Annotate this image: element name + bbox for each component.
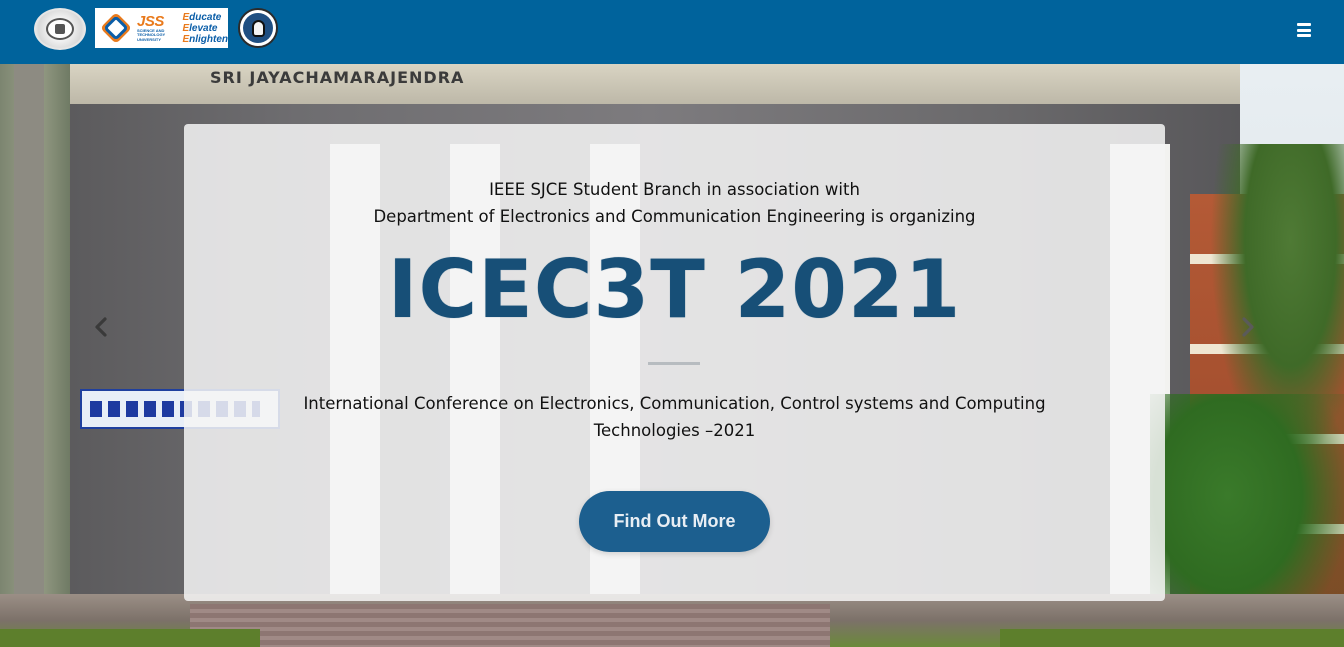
chevron-left-icon — [95, 317, 107, 337]
carousel-prev-button[interactable] — [90, 314, 112, 340]
conference-full-name: International Conference on Electronics,… — [303, 394, 1046, 440]
intro-line-2: Department of Electronics and Communicat… — [373, 207, 976, 226]
seal-emblem-icon — [46, 18, 74, 40]
jss-wordmark: JSS SCIENCE AND TECHNOLOGY UNIVERSITY — [137, 12, 166, 42]
bulb-icon — [243, 13, 273, 43]
ieee-bulb-logo[interactable] — [238, 8, 278, 48]
hero-overlay-card: IEEE SJCE Student Branch in association … — [184, 124, 1165, 601]
hero-carousel: SRI JAYACHAMARAJENDRA IEEE SJCE Student … — [0, 64, 1344, 647]
top-navbar: JSS SCIENCE AND TECHNOLOGY UNIVERSITY Ed… — [0, 0, 1344, 64]
university-seal-logo[interactable] — [34, 8, 86, 50]
carousel-next-button[interactable] — [1237, 314, 1259, 340]
hero-intro-text: IEEE SJCE Student Branch in association … — [184, 176, 1165, 230]
building-sign: SRI JAYACHAMARAJENDRA — [210, 68, 465, 87]
conference-title: ICEC3T 2021 — [387, 243, 962, 336]
intro-line-1: IEEE SJCE Student Branch in association … — [489, 180, 860, 199]
find-out-more-button[interactable]: Find Out More — [579, 491, 770, 552]
chevron-right-icon — [1242, 317, 1254, 337]
jss-stu-logo[interactable]: JSS SCIENCE AND TECHNOLOGY UNIVERSITY Ed… — [95, 8, 228, 48]
jss-motto: Educate Elevate Enlighten — [182, 11, 228, 45]
jss-emblem-icon — [99, 11, 135, 45]
hamburger-menu-icon[interactable] — [1297, 23, 1311, 37]
title-divider — [648, 362, 700, 365]
